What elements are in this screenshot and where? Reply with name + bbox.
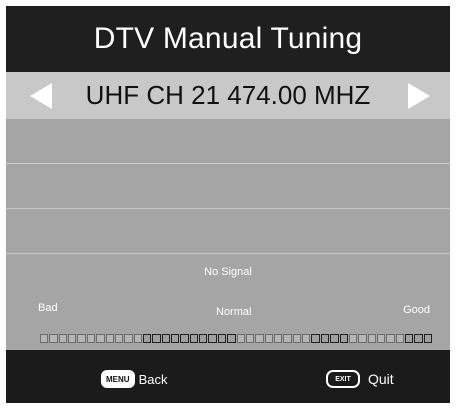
meter-segment [320, 334, 330, 343]
meter-segment [405, 334, 414, 343]
bad-label: Bad [38, 302, 58, 314]
meter-segment [330, 334, 339, 343]
meter-segment [77, 334, 86, 343]
right-arrow-icon[interactable] [408, 82, 430, 109]
title-bar: DTV Manual Tuning [6, 6, 450, 72]
quit-label: Quit [368, 371, 394, 387]
meter-segment [386, 334, 395, 343]
normal-label: Normal [216, 306, 252, 318]
signal-meter [40, 334, 433, 343]
meter-segment [217, 334, 227, 343]
meter-segment [348, 334, 358, 343]
meter-segment [171, 334, 180, 343]
meter-segment [114, 334, 124, 343]
meter-segment [273, 334, 283, 343]
footer: MENU Back EXIT Quit [6, 350, 450, 403]
signal-panel: No Signal Bad Normal Good [6, 254, 450, 350]
meter-segment [367, 334, 376, 343]
meter-segment [124, 334, 133, 343]
left-arrow-icon[interactable] [30, 82, 52, 109]
info-row-1 [6, 119, 450, 164]
exit-key-icon[interactable]: EXIT [326, 370, 360, 388]
meter-segment [68, 334, 77, 343]
meter-segment [423, 334, 433, 343]
meter-segment [40, 334, 49, 343]
meter-segment [208, 334, 217, 343]
meter-segment [376, 334, 386, 343]
meter-segment [358, 334, 367, 343]
meter-segment [414, 334, 423, 343]
meter-segment [311, 334, 320, 343]
meter-segment [264, 334, 273, 343]
good-label: Good [403, 304, 430, 316]
signal-status: No Signal [204, 266, 252, 278]
meter-segment [161, 334, 171, 343]
meter-segment [199, 334, 208, 343]
back-action[interactable]: MENU Back [101, 370, 167, 388]
tv-screen: DTV Manual Tuning UHF CH 21 474.00 MHZ N… [6, 6, 450, 403]
meter-segment [302, 334, 311, 343]
quit-action[interactable]: EXIT Quit [326, 370, 394, 388]
meter-segment [245, 334, 255, 343]
page-title: DTV Manual Tuning [93, 22, 363, 55]
meter-segment [180, 334, 189, 343]
info-row-3 [6, 209, 450, 254]
meter-segment [152, 334, 161, 343]
meter-segment [283, 334, 292, 343]
menu-key-icon[interactable]: MENU [101, 370, 135, 388]
meter-segment [236, 334, 245, 343]
meter-segment [96, 334, 105, 343]
back-label: Back [138, 371, 168, 387]
meter-segment [189, 334, 199, 343]
meter-segment [105, 334, 114, 343]
channel-frequency: UHF CH 21 474.00 MHZ [85, 80, 371, 110]
meter-segment [227, 334, 236, 343]
channel-selector[interactable]: UHF CH 21 474.00 MHZ [6, 72, 450, 119]
meter-segment [49, 334, 58, 343]
meter-segment [142, 334, 152, 343]
meter-segment [292, 334, 302, 343]
meter-segment [255, 334, 264, 343]
info-row-2 [6, 164, 450, 209]
meter-segment [58, 334, 68, 343]
meter-segment [133, 334, 142, 343]
meter-segment [339, 334, 348, 343]
meter-segment [86, 334, 96, 343]
meter-segment [395, 334, 405, 343]
